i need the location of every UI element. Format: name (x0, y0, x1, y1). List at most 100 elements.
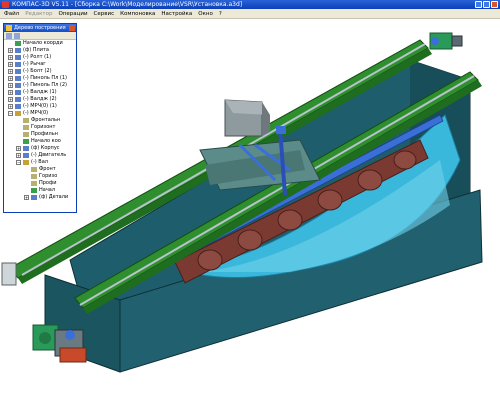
minimize-icon[interactable] (475, 1, 482, 8)
tree-icon (6, 25, 12, 31)
tree-title: Дерево построения (14, 25, 66, 31)
tree-item[interactable]: + (-) Двигатель (4, 152, 76, 159)
tree-item-label: (-) МРЧ(0) (1) (23, 103, 57, 109)
expand-icon[interactable]: + (8, 55, 13, 60)
expand-icon[interactable]: + (8, 48, 13, 53)
expand-icon[interactable]: + (8, 104, 13, 109)
expand-icon[interactable]: + (8, 69, 13, 74)
tree-list: Начало коорди + (ф) Плита + (-) Ролт (1) + (-)… (4, 40, 76, 201)
tree-item-label: Профи (39, 180, 57, 186)
tree-item[interactable]: − (-) Вал (4, 159, 76, 166)
part-icon (15, 104, 21, 109)
tree-item-label: (ф) Плита (23, 47, 49, 53)
tree-toolbar (4, 32, 76, 40)
menu-window[interactable]: Окно (198, 9, 213, 18)
motor-front (32, 324, 87, 363)
part-icon (15, 83, 21, 88)
tree-item[interactable]: Профильн (4, 131, 76, 138)
window-controls (475, 1, 498, 8)
close-icon[interactable] (69, 25, 75, 31)
expand-icon[interactable]: + (16, 146, 21, 151)
axes-icon (23, 139, 29, 144)
tree-header: Дерево построения (4, 24, 76, 32)
app-icon (2, 1, 9, 8)
menu-help[interactable]: ? (219, 9, 222, 18)
tree-item[interactable]: Начало коорди (4, 40, 76, 47)
tree-item-label: (-) Рычаг (23, 61, 46, 67)
part-icon (15, 62, 21, 67)
tree-item[interactable]: Горизо (4, 173, 76, 180)
tree-item[interactable]: + (-) МРЧ(0) (1) (4, 103, 76, 110)
tree-item-label: Начало коорди (23, 40, 63, 46)
tree-item-label: (-) Болт (2) (23, 68, 52, 74)
expand-icon[interactable]: + (8, 97, 13, 102)
tree-item[interactable]: Начал (4, 187, 76, 194)
assembly-icon (23, 160, 29, 165)
tree-item[interactable]: + (ф) Корпус (4, 145, 76, 152)
tree-item-label: (-) МРЧ(0) (23, 110, 49, 116)
menu-settings[interactable]: Настройка (161, 9, 192, 18)
tree-item-label: (-) Вал (31, 159, 48, 165)
tree-item[interactable]: + (-) Валдж (2) (4, 96, 76, 103)
part-icon (23, 146, 29, 151)
axes-icon (31, 188, 37, 193)
plane-icon (31, 167, 37, 172)
expand-icon[interactable]: + (8, 90, 13, 95)
tree-item-label: (-) Валдж (1) (23, 89, 57, 95)
tree-item-label: (-) Двигатель (31, 152, 67, 158)
plane-icon (31, 174, 37, 179)
filter-icon[interactable] (6, 33, 12, 39)
axes-icon (15, 41, 21, 46)
menu-edit[interactable]: Редактор (25, 9, 52, 18)
tree-item[interactable]: Фронтальн (4, 117, 76, 124)
menu-operations[interactable]: Операции (58, 9, 87, 18)
close-icon[interactable] (491, 1, 498, 8)
maximize-icon[interactable] (483, 1, 490, 8)
expand-icon[interactable]: + (8, 76, 13, 81)
tree-item-label: (ф) Корпус (31, 145, 60, 151)
tree-item-label: Начало коо (31, 138, 61, 144)
expand-icon[interactable]: − (16, 160, 21, 165)
part-icon (15, 76, 21, 81)
tree-item[interactable]: + (-) Рычаг (4, 61, 76, 68)
plane-icon (23, 125, 29, 130)
tree-item-label: (-) Пиноль Пл (1) (23, 75, 67, 81)
tree-item-label: (ф) Детали (39, 194, 69, 200)
titlebar: КОМПАС-3D V5.11 - [Сборка C:\Work\Модели… (0, 0, 500, 9)
tree-item-label: Горизонт (31, 124, 56, 130)
menu-layout[interactable]: Компоновка (120, 9, 155, 18)
tree-item[interactable]: Горизонт (4, 124, 76, 131)
menu-file[interactable]: Файл (4, 9, 19, 18)
expand-icon[interactable]: − (8, 111, 13, 116)
tree-item[interactable]: Профи (4, 180, 76, 187)
tree-item[interactable]: Начало коо (4, 138, 76, 145)
tree-item[interactable]: + (-) Пиноль Пл (1) (4, 75, 76, 82)
plane-icon (23, 118, 29, 123)
sort-icon[interactable] (14, 33, 20, 39)
part-icon (15, 55, 21, 60)
assembly-icon (15, 111, 21, 116)
menu-service[interactable]: Сервис (94, 9, 115, 18)
model-tree-panel[interactable]: Дерево построения Начало коорди + (ф) Плит… (3, 23, 77, 213)
tree-item[interactable]: − (-) МРЧ(0) (4, 110, 76, 117)
tree-item-label: Профильн (31, 131, 58, 137)
tree-item[interactable]: + (-) Болт (2) (4, 68, 76, 75)
tree-item[interactable]: + (ф) Детали (4, 194, 76, 201)
motor-rear (429, 32, 463, 50)
expand-icon[interactable]: + (8, 83, 13, 88)
expand-icon[interactable]: + (16, 153, 21, 158)
tree-item-label: (-) Ролт (1) (23, 54, 52, 60)
expand-icon[interactable]: + (8, 62, 13, 67)
part-icon (15, 97, 21, 102)
tree-item-label: Горизо (39, 173, 58, 179)
expand-icon[interactable]: + (24, 195, 29, 200)
tree-item[interactable]: + (ф) Плита (4, 47, 76, 54)
tree-item[interactable]: + (-) Ролт (1) (4, 54, 76, 61)
part-icon (15, 90, 21, 95)
tree-item[interactable]: + (-) Валдж (1) (4, 89, 76, 96)
tree-item[interactable]: + (-) Пиноль Пл (2) (4, 82, 76, 89)
tree-item[interactable]: Фронт (4, 166, 76, 173)
tree-item-label: (-) Валдж (2) (23, 96, 57, 102)
part-icon (15, 48, 21, 53)
plane-icon (31, 181, 37, 186)
